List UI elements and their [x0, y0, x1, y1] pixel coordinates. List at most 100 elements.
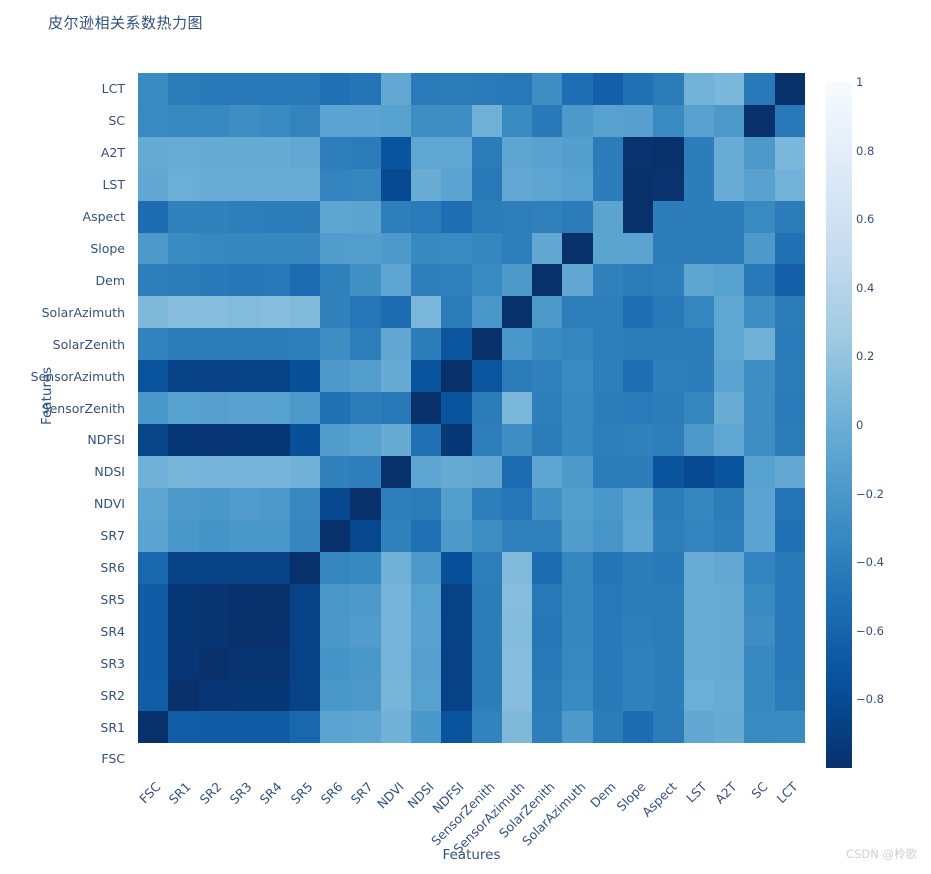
heatmap-cell: [714, 455, 745, 488]
heatmap-cell: [410, 136, 442, 169]
heatmap-cell: [683, 328, 715, 361]
heatmap-cell: [410, 647, 442, 680]
heatmap-cell: [744, 711, 775, 744]
heatmap-cell: [592, 423, 624, 456]
heatmap-cell: [774, 136, 805, 169]
heatmap-cell: [380, 423, 411, 456]
heatmap-cell: [228, 711, 260, 744]
heatmap-cell: [714, 360, 745, 393]
heatmap-cell: [380, 455, 411, 488]
y-axis-tick-solarzenith: SolarZenith: [52, 336, 125, 352]
heatmap-cell: [623, 104, 654, 137]
heatmap-cell: [683, 647, 715, 680]
heatmap-cell: [532, 519, 563, 552]
heatmap-cell: [623, 551, 654, 584]
heatmap-cell: [410, 296, 442, 329]
y-axis-tick-solarazimuth: SolarAzimuth: [41, 304, 125, 320]
heatmap-cell: [198, 487, 229, 520]
heatmap-cell: [683, 264, 715, 297]
heatmap-cell: [168, 583, 199, 616]
heatmap-cell: [532, 487, 563, 520]
colorbar-tick-neg0p8: −0.8: [856, 692, 884, 707]
heatmap-cell: [441, 232, 472, 265]
heatmap-cell: [319, 583, 351, 616]
heatmap-cell: [441, 264, 472, 297]
heatmap-cell: [501, 104, 533, 137]
heatmap-cell: [138, 647, 169, 680]
heatmap-cell: [259, 487, 290, 520]
heatmap-cell: [319, 296, 351, 329]
heatmap-cell: [441, 360, 472, 393]
heatmap-cell: [350, 679, 381, 712]
heatmap-cell: [441, 679, 472, 712]
heatmap-cell: [501, 392, 533, 424]
heatmap-cell: [471, 455, 502, 488]
heatmap-cell: [501, 200, 533, 233]
y-axis-tick-fsc: FSC: [101, 751, 125, 767]
heatmap-cell: [774, 455, 805, 488]
heatmap-cell: [138, 615, 169, 648]
heatmap-cell: [228, 455, 260, 488]
heatmap-cell: [592, 647, 624, 680]
heatmap-cell: [653, 73, 684, 105]
heatmap-cell: [441, 487, 472, 520]
heatmap-cell: [350, 615, 381, 648]
heatmap-cell: [683, 392, 715, 424]
heatmap-cell: [623, 296, 654, 329]
heatmap-cell: [653, 519, 684, 552]
heatmap-cell: [714, 136, 745, 169]
heatmap-cell: [744, 232, 775, 265]
heatmap-cell: [441, 200, 472, 233]
heatmap-cell: [774, 647, 805, 680]
heatmap-cell: [471, 360, 502, 393]
heatmap-cell: [592, 455, 624, 488]
heatmap-cell: [289, 519, 320, 552]
heatmap-cell: [228, 615, 260, 648]
heatmap-cell: [532, 264, 563, 297]
heatmap-cell: [289, 232, 320, 265]
heatmap-cell: [501, 423, 533, 456]
heatmap-cell: [744, 423, 775, 456]
heatmap-cell: [289, 392, 320, 424]
heatmap-cell: [774, 360, 805, 393]
heatmap-cell: [683, 679, 715, 712]
heatmap-cell: [289, 455, 320, 488]
heatmap-cell: [198, 200, 229, 233]
heatmap-cell: [471, 328, 502, 361]
heatmap-cell: [380, 392, 411, 424]
heatmap-cell: [532, 296, 563, 329]
heatmap-cell: [168, 328, 199, 361]
heatmap-cell: [623, 679, 654, 712]
heatmap-cell: [441, 168, 472, 201]
heatmap-cell: [259, 519, 290, 552]
heatmap-cell: [744, 392, 775, 424]
heatmap-cell: [471, 423, 502, 456]
heatmap-cell: [714, 519, 745, 552]
heatmap-cell: [168, 264, 199, 297]
heatmap-cell: [501, 583, 533, 616]
heatmap-cell: [562, 232, 593, 265]
heatmap-cell: [228, 264, 260, 297]
heatmap-cell: [441, 583, 472, 616]
heatmap-cell: [259, 647, 290, 680]
heatmap-cell: [744, 615, 775, 648]
heatmap-cell: [410, 551, 442, 584]
heatmap-cell: [319, 328, 351, 361]
heatmap-cell: [683, 487, 715, 520]
heatmap-cell: [562, 519, 593, 552]
heatmap-cell: [532, 583, 563, 616]
heatmap-cell: [259, 328, 290, 361]
heatmap-cell: [380, 264, 411, 297]
heatmap-cell: [471, 647, 502, 680]
y-axis-tick-sr3: SR3: [100, 655, 125, 671]
heatmap-cell: [562, 73, 593, 105]
heatmap-cell: [744, 519, 775, 552]
heatmap-cell: [259, 136, 290, 169]
heatmap-cell: [623, 487, 654, 520]
heatmap-cell: [380, 232, 411, 265]
heatmap-cell: [501, 328, 533, 361]
colorbar-tick-0p2: 0.2: [856, 349, 875, 364]
heatmap-cell: [623, 615, 654, 648]
heatmap-cell: [259, 296, 290, 329]
x-axis-title: Features: [442, 847, 501, 863]
